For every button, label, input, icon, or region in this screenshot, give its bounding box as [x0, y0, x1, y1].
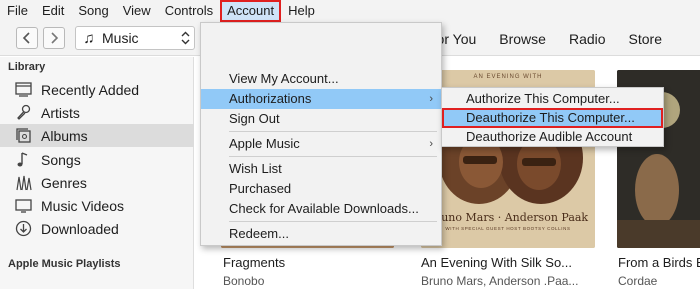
album-cover-artists: Bruno Mars · Anderson Paak — [427, 211, 589, 224]
submenu-item-deauthorize-computer[interactable]: Deauthorize This Computer... — [442, 108, 663, 128]
sidebar-item-genres[interactable]: Genres — [0, 171, 194, 194]
menu-item-check-downloads[interactable]: Check for Available Downloads... — [201, 199, 441, 219]
sidebar-item-label: Albums — [41, 127, 88, 144]
sidebar: Library Recently Added Artists Albums So… — [0, 57, 194, 289]
album-artist[interactable]: Cordae — [618, 274, 657, 288]
sidebar-item-label: Genres — [41, 174, 87, 191]
menu-file[interactable]: File — [0, 0, 35, 22]
music-note-icon: ♫ — [83, 29, 95, 47]
menu-bar: File Edit Song View Controls Account Hel… — [0, 0, 700, 22]
library-heading: Library — [8, 61, 46, 73]
sidebar-item-music-videos[interactable]: Music Videos — [0, 194, 194, 217]
menu-separator — [229, 131, 437, 132]
sidebar-item-downloaded[interactable]: Downloaded — [0, 217, 194, 240]
menu-item-wish-list[interactable]: Wish List — [201, 159, 441, 179]
chevron-left-icon — [22, 32, 30, 44]
up-down-chevron-icon — [176, 31, 194, 45]
account-menu: View My Account... Authorizations › Sign… — [200, 22, 442, 246]
album-stack-icon — [14, 127, 32, 145]
menu-controls[interactable]: Controls — [158, 0, 220, 22]
apple-music-playlists-heading: Apple Music Playlists — [8, 258, 121, 270]
album-artist[interactable]: Bruno Mars, Anderson .Paa... — [421, 274, 578, 288]
album-title[interactable]: From a Birds E — [618, 255, 700, 270]
menu-item-redeem[interactable]: Redeem... — [201, 224, 441, 244]
menu-item-apple-music[interactable]: Apple Music › — [201, 134, 441, 154]
sidebar-item-label: Music Videos — [41, 197, 125, 214]
download-icon — [14, 220, 32, 238]
genres-icon — [14, 174, 32, 192]
authorizations-submenu: Authorize This Computer... Deauthorize T… — [441, 87, 664, 147]
sidebar-item-songs[interactable]: Songs — [0, 148, 194, 171]
video-icon — [14, 197, 32, 215]
forward-button[interactable] — [43, 27, 65, 49]
sidebar-item-artists[interactable]: Artists — [0, 101, 194, 124]
menu-separator — [229, 221, 437, 222]
submenu-arrow-icon: › — [429, 138, 433, 150]
album-cover-top-text: AN EVENING WITH — [473, 74, 543, 80]
album-title[interactable]: An Evening With Silk So... — [421, 255, 572, 270]
sidebar-item-albums[interactable]: Albums — [0, 124, 194, 147]
sidebar-item-recently-added[interactable]: Recently Added — [0, 78, 194, 101]
sidebar-item-label: Recently Added — [41, 81, 140, 98]
submenu-item-authorize-computer[interactable]: Authorize This Computer... — [442, 89, 663, 109]
menu-item-view-my-account[interactable]: View My Account... — [201, 69, 441, 89]
album-title[interactable]: Fragments — [223, 255, 285, 270]
album-cover-subtitle: WITH SPECIAL GUEST HOST BOOTSY COLLINS — [445, 226, 571, 231]
sidebar-item-label: Songs — [41, 151, 81, 168]
tab-radio[interactable]: Radio — [569, 31, 606, 47]
menu-view[interactable]: View — [116, 0, 158, 22]
tab-store[interactable]: Store — [629, 31, 662, 47]
menu-help[interactable]: Help — [281, 0, 322, 22]
menu-account[interactable]: Account — [220, 0, 282, 22]
menu-item-sign-out[interactable]: Sign Out — [201, 109, 441, 129]
submenu-arrow-icon: › — [429, 93, 433, 105]
recently-added-icon — [14, 81, 32, 99]
menu-separator — [229, 156, 437, 157]
music-note-icon — [14, 151, 32, 169]
sidebar-item-label: Artists — [41, 104, 80, 121]
menu-item-label: Authorizations — [229, 91, 312, 106]
media-kind-label: Music — [102, 30, 139, 46]
menu-item-label: Apple Music — [229, 136, 300, 151]
chevron-right-icon — [51, 32, 59, 44]
album-artist[interactable]: Bonobo — [223, 274, 264, 288]
microphone-icon — [14, 104, 32, 122]
store-tabs: For You Browse Radio Store — [428, 22, 685, 56]
menu-edit[interactable]: Edit — [35, 0, 71, 22]
tab-browse[interactable]: Browse — [499, 31, 546, 47]
media-kind-picker[interactable]: ♫ Music — [75, 26, 195, 50]
back-button[interactable] — [16, 27, 38, 49]
menu-item-authorizations[interactable]: Authorizations › — [201, 89, 441, 109]
menu-item-purchased[interactable]: Purchased — [201, 179, 441, 199]
sidebar-item-label: Downloaded — [41, 220, 119, 237]
menu-song[interactable]: Song — [71, 0, 115, 22]
submenu-item-deauthorize-audible[interactable]: Deauthorize Audible Account — [442, 127, 663, 147]
